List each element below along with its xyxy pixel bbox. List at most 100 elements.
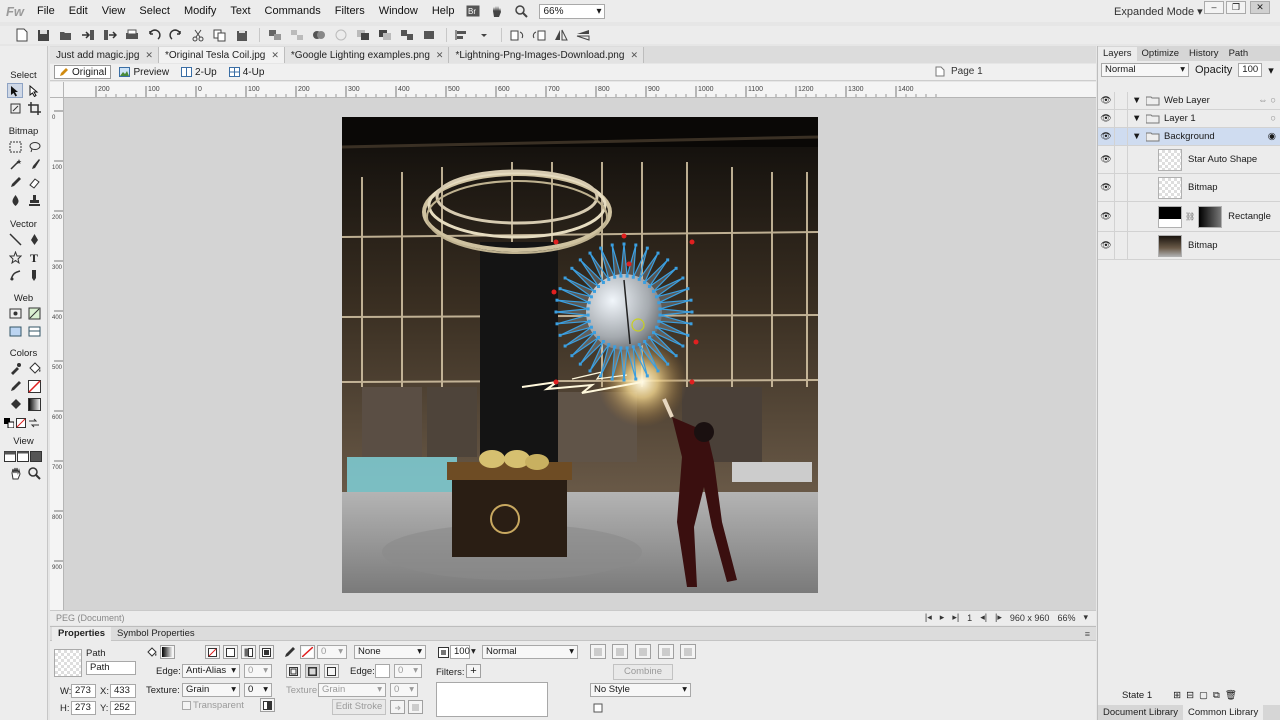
stroke-texture-select[interactable]: Grain ▾ — [318, 683, 386, 697]
path-point-handle[interactable] — [625, 346, 629, 350]
standard-screen-icon[interactable] — [4, 449, 16, 464]
eye-icon[interactable]: 👁 — [1098, 113, 1114, 124]
line-tool-icon[interactable] — [7, 232, 23, 247]
path-point-handle[interactable] — [657, 319, 661, 323]
fill-color-swatch[interactable] — [160, 645, 175, 659]
x-field[interactable]: 433 — [110, 684, 136, 698]
lock-column[interactable] — [1114, 110, 1128, 127]
add-mask-icon[interactable]: ▢ — [1199, 690, 1208, 701]
knife-tool-icon[interactable] — [26, 268, 42, 283]
path-point-handle[interactable] — [570, 354, 574, 358]
view-preview-button[interactable]: Preview — [115, 65, 173, 79]
panel-menu-icon[interactable]: ≡ — [1085, 629, 1090, 639]
view-4up-button[interactable]: 4-Up — [225, 65, 269, 79]
blend-mode-select[interactable]: Normal ▾ — [482, 645, 578, 659]
path-point-handle[interactable] — [610, 377, 614, 381]
path-point-handle[interactable] — [601, 281, 605, 284]
auto-shape-control-point[interactable] — [553, 239, 559, 245]
tab-optimize[interactable]: Optimize — [1137, 47, 1184, 61]
stroke-color-swatch[interactable] — [300, 645, 315, 659]
width-field[interactable]: 273 — [71, 684, 96, 698]
menu-edit[interactable]: Edit — [62, 5, 95, 17]
ungroup-icon[interactable] — [287, 27, 306, 43]
split-icon[interactable] — [331, 27, 350, 43]
layer-row-rectangle[interactable]: 👁 ⛓ Rectangle — [1098, 202, 1280, 232]
fill-color-icon[interactable] — [7, 397, 23, 412]
path-point-handle[interactable] — [681, 276, 685, 280]
zoom-icon[interactable] — [512, 3, 530, 19]
path-point-handle[interactable] — [593, 289, 596, 293]
tab-common-library[interactable]: Common Library — [1182, 705, 1264, 720]
path-point-handle[interactable] — [689, 322, 693, 326]
eye-icon[interactable]: 👁 — [1098, 154, 1114, 165]
eraser-tool-icon[interactable] — [26, 175, 42, 190]
print-icon[interactable] — [122, 27, 141, 43]
text-tool-icon[interactable]: T — [26, 250, 42, 265]
crop-path-icon[interactable] — [658, 644, 674, 659]
tab-document-library[interactable]: Document Library — [1098, 705, 1183, 720]
layer-opacity-field[interactable]: 100 — [1238, 63, 1263, 77]
layer-row-bitmap[interactable]: 👁 Bitmap — [1098, 232, 1280, 260]
transparent-checkbox[interactable] — [182, 701, 191, 710]
layer-row-star-auto-shape[interactable]: 👁 Star Auto Shape — [1098, 146, 1280, 174]
path-point-handle[interactable] — [558, 333, 562, 337]
fill-edge-amount[interactable]: 0 ▾ — [244, 664, 272, 678]
view-2up-button[interactable]: 2-Up — [177, 65, 221, 79]
swap-colors-icon[interactable] — [28, 415, 40, 430]
paste-icon[interactable] — [232, 27, 251, 43]
stroke-edge-amount[interactable]: 0 ▾ — [394, 664, 422, 678]
stroke-pencil-icon[interactable] — [282, 645, 297, 659]
close-icon[interactable]: ✕ — [630, 50, 638, 61]
menu-filters[interactable]: Filters — [328, 5, 372, 17]
close-icon[interactable]: ✕ — [436, 50, 444, 61]
layer-row-bitmap[interactable]: 👁 Bitmap — [1098, 174, 1280, 202]
intersect-icon[interactable] — [612, 644, 628, 659]
zoom-select[interactable]: 66% ▾ — [539, 3, 606, 19]
lasso-tool-icon[interactable] — [26, 139, 42, 154]
path-point-handle[interactable] — [586, 307, 590, 311]
exclude-icon[interactable] — [680, 644, 696, 659]
bring-front-icon[interactable] — [353, 27, 372, 43]
eye-icon[interactable]: 👁 — [1098, 182, 1114, 193]
expand-triangle-icon[interactable]: ▼ — [1132, 113, 1142, 124]
path-point-handle[interactable] — [643, 340, 647, 343]
last-frame-icon[interactable]: ▸| — [952, 612, 959, 623]
path-point-handle[interactable] — [597, 336, 600, 339]
paint-bucket-tool-icon[interactable] — [26, 361, 42, 376]
path-point-handle[interactable] — [570, 266, 574, 270]
blur-tool-icon[interactable] — [7, 193, 23, 208]
join-icon[interactable] — [309, 27, 328, 43]
lock-column[interactable] — [1114, 232, 1128, 259]
filters-list[interactable] — [436, 682, 548, 717]
path-point-handle[interactable] — [597, 285, 600, 288]
restore-button[interactable]: ❐ — [1226, 1, 1246, 14]
document-tab[interactable]: Just add magic.jpg ✕ — [50, 47, 159, 63]
path-point-handle[interactable] — [599, 374, 603, 378]
path-point-handle[interactable] — [690, 310, 694, 314]
hand-tool-icon[interactable] — [7, 466, 23, 481]
lock-column[interactable] — [1114, 128, 1128, 145]
hand-icon[interactable] — [488, 3, 506, 19]
path-point-handle[interactable] — [634, 377, 638, 381]
layer-row-web-layer[interactable]: 👁 ▼ Web Layer ⇔ ○ — [1098, 92, 1280, 110]
path-point-handle[interactable] — [631, 275, 635, 279]
path-point-handle[interactable] — [648, 285, 651, 288]
open-icon[interactable] — [56, 27, 75, 43]
lock-column[interactable] — [1114, 174, 1128, 201]
path-point-handle[interactable] — [655, 325, 659, 329]
brush-tool-icon[interactable] — [26, 157, 42, 172]
new-layer-icon[interactable]: ⊞ — [1173, 690, 1181, 701]
trash-icon[interactable]: 🗑 — [1225, 690, 1237, 701]
opacity-field[interactable]: 100 — [450, 645, 470, 659]
pointer-tool-icon[interactable] — [7, 83, 23, 98]
eye-icon[interactable]: 👁 — [1098, 211, 1114, 222]
bring-forward-icon[interactable] — [375, 27, 394, 43]
path-point-handle[interactable] — [607, 277, 611, 281]
eye-icon[interactable]: 👁 — [1098, 95, 1114, 106]
stroke-edge-swatch[interactable] — [375, 664, 390, 678]
path-point-handle[interactable] — [619, 346, 623, 350]
no-fill-icon[interactable] — [205, 645, 220, 659]
fill-bucket-icon[interactable] — [144, 645, 159, 659]
stroke-size-select[interactable]: 0 ▾ — [317, 645, 347, 659]
path-point-handle[interactable] — [563, 276, 567, 280]
